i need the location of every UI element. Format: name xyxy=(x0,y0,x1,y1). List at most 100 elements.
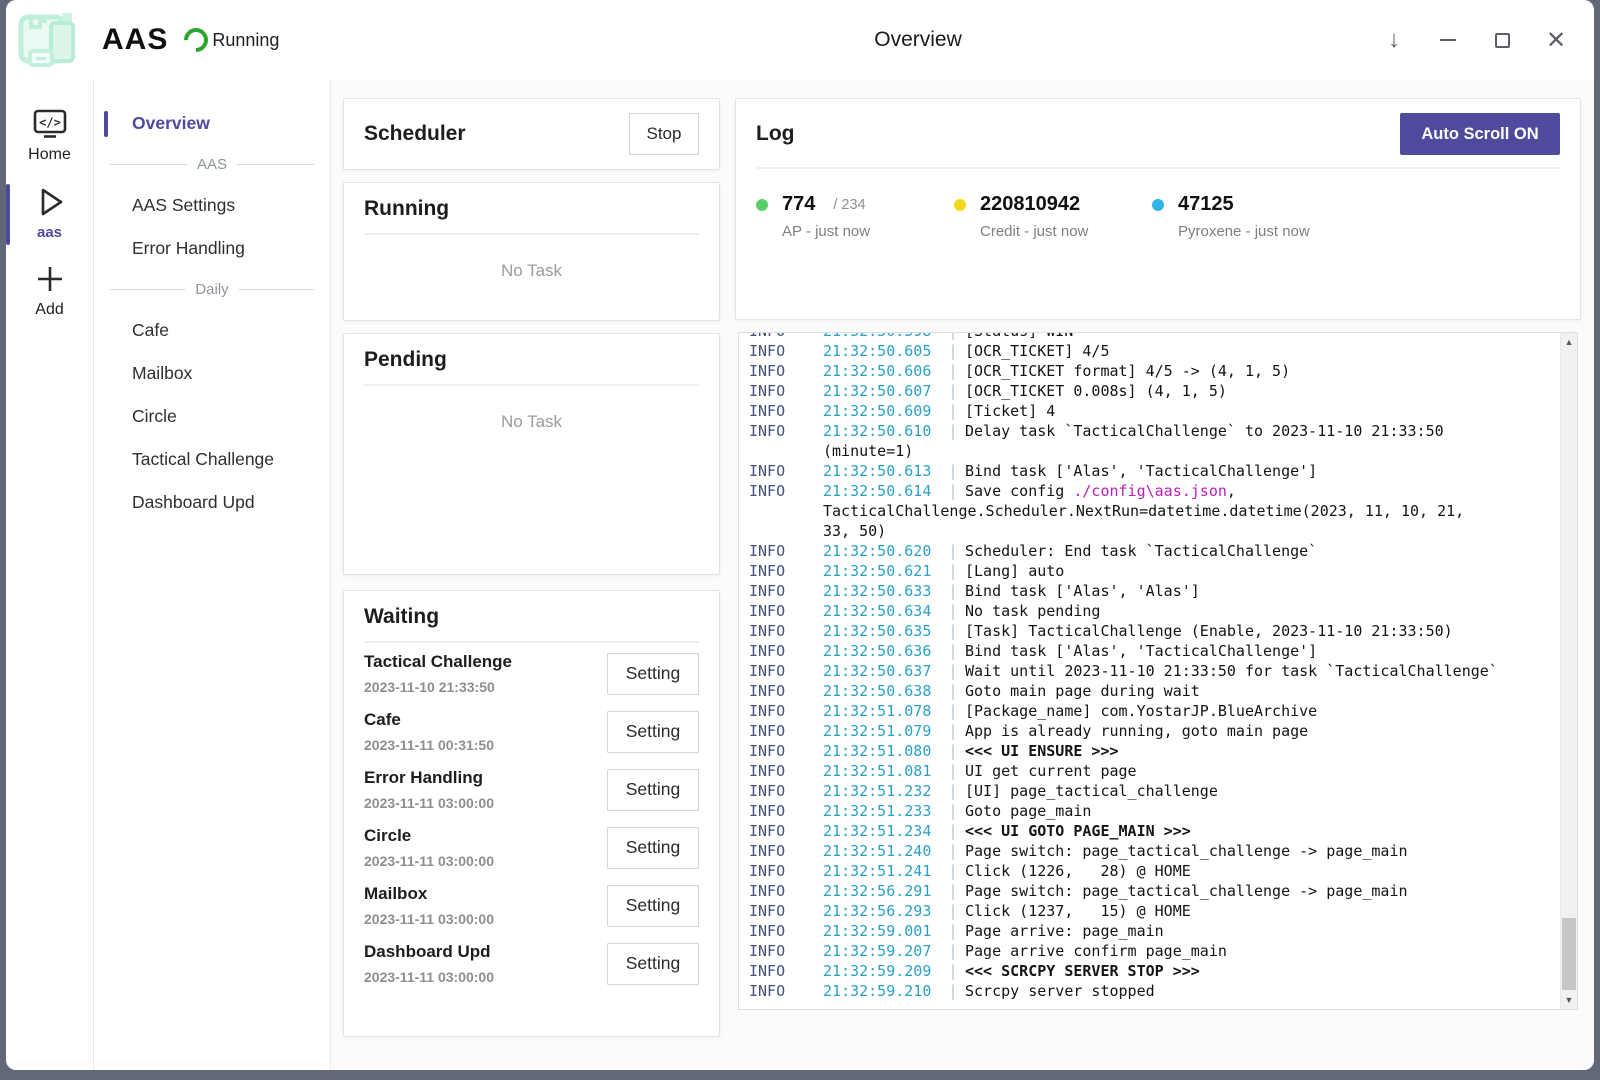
log-line: INFO21:32:50.614|Save config ./config\aa… xyxy=(739,481,1560,501)
minimize-bar xyxy=(1440,39,1456,41)
task-info: Circle 2023-11-11 03:00:00 xyxy=(364,826,607,869)
stat-dot-green xyxy=(756,199,768,211)
stop-button[interactable]: Stop xyxy=(629,113,699,155)
task-next-run: 2023-11-11 03:00:00 xyxy=(364,795,607,811)
log-line: INFO21:32:59.207|Page arrive confirm pag… xyxy=(739,941,1560,961)
nav-item-error-handling[interactable]: Error Handling xyxy=(94,227,330,270)
log-line: INFO21:32:50.607|[OCR_TICKET 0.008s] (4,… xyxy=(739,381,1560,401)
running-card: Running No Task xyxy=(343,182,720,321)
nav-item-mailbox[interactable]: Mailbox xyxy=(94,352,330,395)
task-setting-button[interactable]: Setting xyxy=(607,943,699,985)
task-setting-button[interactable]: Setting xyxy=(607,885,699,927)
auto-scroll-button[interactable]: Auto Scroll ON xyxy=(1400,113,1560,155)
maximize-icon[interactable] xyxy=(1482,20,1522,60)
nav-item-tactical-challenge[interactable]: Tactical Challenge xyxy=(94,438,330,481)
scheduler-title: Scheduler xyxy=(364,122,466,146)
log-line: INFO21:32:50.609|[Ticket] 4 xyxy=(739,401,1560,421)
nav-item-cafe[interactable]: Cafe xyxy=(94,309,330,352)
window-controls: ↓ ✕ xyxy=(1374,0,1576,80)
waiting-task-row: Mailbox 2023-11-11 03:00:00 Setting xyxy=(364,875,699,933)
nav-item-dashboard-upd[interactable]: Dashboard Upd xyxy=(94,481,330,524)
log-header: Log Auto Scroll ON xyxy=(756,113,1560,155)
log-line: 33, 50) xyxy=(739,521,1560,541)
log-line: INFO21:32:50.606|[OCR_TICKET format] 4/5… xyxy=(739,361,1560,381)
svg-text:</>: </> xyxy=(39,116,61,130)
task-next-run: 2023-11-10 21:33:50 xyxy=(364,679,607,695)
log-line: INFO21:32:51.078|[Package_name] com.Yost… xyxy=(739,701,1560,721)
main-area: Scheduler Stop Running No Task Pending N… xyxy=(331,80,1594,1070)
waiting-task-row: Cafe 2023-11-11 00:31:50 Setting xyxy=(364,701,699,759)
waiting-task-row: Error Handling 2023-11-11 03:00:00 Setti… xyxy=(364,759,699,817)
app-logo-icon xyxy=(18,11,78,69)
task-info: Dashboard Upd 2023-11-11 03:00:00 xyxy=(364,942,607,985)
stat-pyroxene: 47125 Pyroxene - just now xyxy=(1152,193,1350,240)
scroll-up-icon[interactable]: ▲ xyxy=(1561,333,1577,351)
waiting-title: Waiting xyxy=(364,605,699,629)
stat-credit: 220810942 Credit - just now xyxy=(954,193,1152,240)
icon-rail: </> Home aas Add xyxy=(6,80,94,1070)
nav-item-circle[interactable]: Circle xyxy=(94,395,330,438)
stat-label: Pyroxene - just now xyxy=(1152,223,1350,240)
log-line: INFO21:32:50.620|Scheduler: End task `Ta… xyxy=(739,541,1560,561)
log-line: INFO21:32:50.638|Goto main page during w… xyxy=(739,681,1560,701)
nav-section-daily: Daily xyxy=(94,270,330,309)
stat-value: 774 xyxy=(782,193,815,216)
rail-item-add[interactable]: Add xyxy=(6,253,93,331)
log-lines: INFO21:32:50.598|[Status] WININFO21:32:5… xyxy=(739,333,1560,1001)
pending-card: Pending No Task xyxy=(343,333,720,575)
log-line: INFO21:32:50.637|Wait until 2023-11-10 2… xyxy=(739,661,1560,681)
stat-suffix: / 234 xyxy=(833,197,865,213)
app-window: AAS Running Overview ↓ ✕ </> Home xyxy=(6,0,1594,1070)
log-line: (minute=1) xyxy=(739,441,1560,461)
task-setting-button[interactable]: Setting xyxy=(607,769,699,811)
task-setting-button[interactable]: Setting xyxy=(607,827,699,869)
log-console: INFO21:32:50.598|[Status] WININFO21:32:5… xyxy=(738,332,1578,1010)
rail-label-home: Home xyxy=(28,146,71,164)
scrollbar-thumb[interactable] xyxy=(1562,918,1576,990)
plus-icon xyxy=(34,263,66,295)
nav-item-aas-settings[interactable]: AAS Settings xyxy=(94,184,330,227)
running-empty-text: No Task xyxy=(364,261,699,281)
log-line: INFO21:32:50.621|[Lang] auto xyxy=(739,561,1560,581)
running-title: Running xyxy=(364,197,699,221)
log-line: INFO21:32:50.633|Bind task ['Alas', 'Ala… xyxy=(739,581,1560,601)
rail-item-home[interactable]: </> Home xyxy=(6,98,93,176)
log-line: INFO21:32:59.210|Scrcpy server stopped xyxy=(739,981,1560,1001)
log-scrollbar[interactable]: ▲ ▼ xyxy=(1560,333,1577,1009)
minimize-icon[interactable] xyxy=(1428,20,1468,60)
log-line: INFO21:32:56.291|Page switch: page_tacti… xyxy=(739,881,1560,901)
waiting-card: Waiting Tactical Challenge 2023-11-10 21… xyxy=(343,590,720,1037)
section-line xyxy=(239,289,314,290)
nav-item-overview[interactable]: Overview xyxy=(94,102,330,145)
play-icon xyxy=(33,186,67,218)
task-next-run: 2023-11-11 03:00:00 xyxy=(364,969,607,985)
log-line: INFO21:32:50.605|[OCR_TICKET] 4/5 xyxy=(739,341,1560,361)
task-setting-button[interactable]: Setting xyxy=(607,653,699,695)
log-line: TacticalChallenge.Scheduler.NextRun=date… xyxy=(739,501,1560,521)
rail-item-aas[interactable]: aas xyxy=(6,176,93,253)
task-next-run: 2023-11-11 03:00:00 xyxy=(364,853,607,869)
close-icon[interactable]: ✕ xyxy=(1536,20,1576,60)
stat-dot-yellow xyxy=(954,199,966,211)
stat-label: Credit - just now xyxy=(954,223,1152,240)
stat-value: 220810942 xyxy=(980,193,1080,216)
waiting-task-row: Tactical Challenge 2023-11-10 21:33:50 S… xyxy=(364,643,699,701)
stat-top: 774 / 234 xyxy=(756,193,954,216)
scroll-down-icon[interactable]: ▼ xyxy=(1561,991,1577,1009)
waiting-task-row: Dashboard Upd 2023-11-11 03:00:00 Settin… xyxy=(364,933,699,991)
task-name: Dashboard Upd xyxy=(364,942,607,962)
task-name: Cafe xyxy=(364,710,607,730)
task-info: Tactical Challenge 2023-11-10 21:33:50 xyxy=(364,652,607,695)
stat-label: AP - just now xyxy=(756,223,954,240)
task-nav: Overview AAS AAS Settings Error Handling… xyxy=(94,80,331,1070)
titlebar: AAS Running Overview ↓ ✕ xyxy=(6,0,1594,80)
rail-label-aas: aas xyxy=(37,224,62,241)
page-title: Overview xyxy=(874,28,962,52)
hide-window-icon[interactable]: ↓ xyxy=(1374,20,1414,60)
task-setting-button[interactable]: Setting xyxy=(607,711,699,753)
task-info: Mailbox 2023-11-11 03:00:00 xyxy=(364,884,607,927)
log-scroll-area[interactable]: INFO21:32:50.598|[Status] WININFO21:32:5… xyxy=(739,333,1560,1009)
log-line: INFO21:32:50.610|Delay task `TacticalCha… xyxy=(739,421,1560,441)
task-name: Error Handling xyxy=(364,768,607,788)
task-name: Circle xyxy=(364,826,607,846)
